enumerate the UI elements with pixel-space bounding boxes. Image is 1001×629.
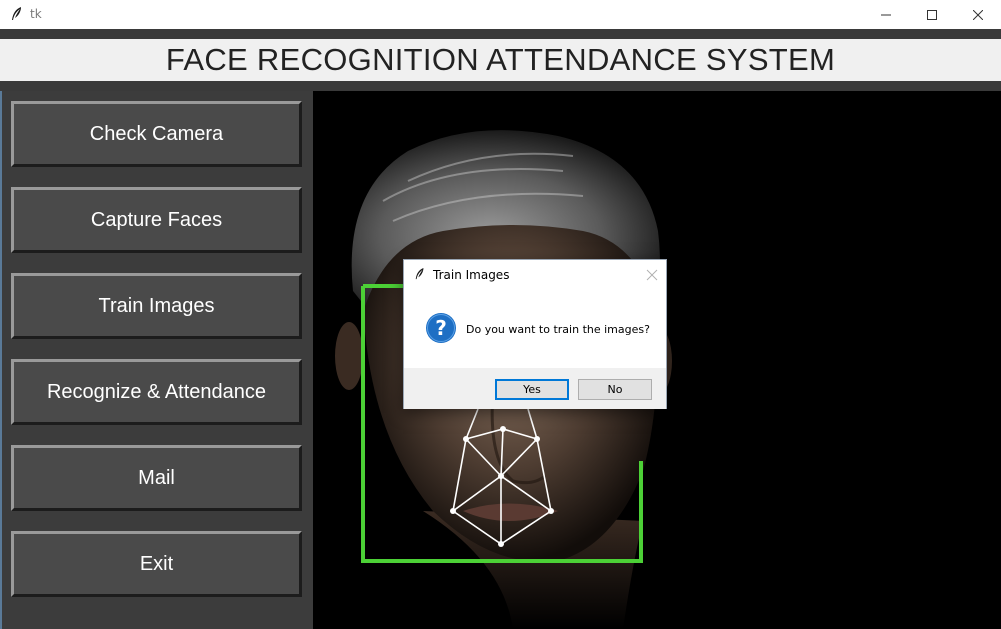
dialog-message: Do you want to train the images? <box>466 323 650 336</box>
tk-feather-icon <box>10 6 24 22</box>
train-images-button[interactable]: Train Images <box>11 273 302 339</box>
tk-feather-icon <box>414 266 426 282</box>
header-divider <box>0 81 1001 91</box>
question-icon: ? <box>425 312 457 344</box>
check-camera-button[interactable]: Check Camera <box>11 101 302 167</box>
window-title: tk <box>30 7 42 21</box>
recognize-attendance-button[interactable]: Recognize & Attendance <box>11 359 302 425</box>
dialog-title-bar: Train Images <box>404 260 666 289</box>
capture-faces-button[interactable]: Capture Faces <box>11 187 302 253</box>
page-title: FACE RECOGNITION ATTENDANCE SYSTEM <box>165 42 836 77</box>
dialog-title: Train Images <box>433 268 510 282</box>
no-button[interactable]: No <box>578 379 652 400</box>
title-bar: tk <box>0 0 1001 29</box>
svg-text:?: ? <box>435 316 447 340</box>
close-button[interactable] <box>955 0 1001 29</box>
maximize-icon <box>927 9 937 20</box>
close-icon <box>973 9 983 20</box>
mail-button[interactable]: Mail <box>11 445 302 511</box>
yes-button[interactable]: Yes <box>495 379 569 400</box>
top-divider <box>0 29 1001 39</box>
minimize-icon <box>881 14 891 15</box>
train-images-dialog: Train Images ? Do you want to train the … <box>403 259 667 409</box>
dialog-close-icon[interactable] <box>645 268 659 282</box>
maximize-button[interactable] <box>909 0 955 29</box>
window-left-edge <box>0 91 2 629</box>
exit-button[interactable]: Exit <box>11 531 302 597</box>
header-banner: FACE RECOGNITION ATTENDANCE SYSTEM <box>0 39 1001 81</box>
minimize-button[interactable] <box>863 0 909 29</box>
app-window: tk FACE RECOGNITION ATTENDANCE SYSTEM Ch… <box>0 0 1001 629</box>
